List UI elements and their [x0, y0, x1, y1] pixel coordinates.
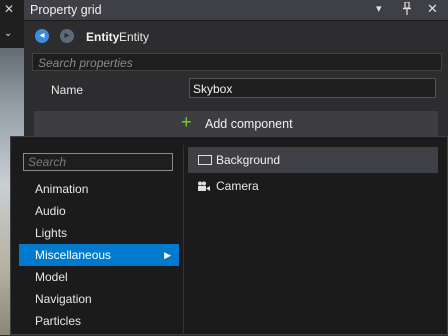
- category-column: Search Animation Audio Lights Miscellane…: [11, 137, 181, 336]
- viewport-toolbar: ✕ ⌄: [0, 0, 24, 48]
- arrow-right-icon[interactable]: ▸: [60, 29, 74, 43]
- category-label: Miscellaneous: [35, 248, 112, 262]
- category-label: Audio: [35, 204, 66, 218]
- rectangle-icon: [198, 155, 212, 165]
- component-item-camera[interactable]: Camera: [188, 173, 438, 199]
- entity-nav-row: ◂ ▸ Entity Entity: [24, 28, 448, 48]
- category-item-navigation[interactable]: Navigation: [19, 288, 179, 310]
- category-item-particles[interactable]: Particles: [19, 310, 179, 332]
- column-divider: [183, 145, 184, 335]
- category-list: Animation Audio Lights Miscellaneous ▶ Mo…: [19, 178, 179, 332]
- panel-title: Property grid: [30, 3, 102, 17]
- component-item-background[interactable]: Background: [188, 147, 438, 173]
- component-label: Background: [216, 153, 281, 167]
- panel-titlebar: Property grid ▾ ✕: [24, 0, 448, 21]
- panel-dropdown-icon[interactable]: ▾: [376, 2, 382, 15]
- add-component-label: Add component: [205, 117, 293, 131]
- component-list: Background Camera: [188, 147, 438, 199]
- category-item-lights[interactable]: Lights: [19, 222, 179, 244]
- add-component-popup: Search Animation Audio Lights Miscellane…: [10, 136, 448, 335]
- category-label: Animation: [35, 182, 89, 196]
- arrow-left-icon[interactable]: ◂: [35, 29, 49, 43]
- category-item-audio[interactable]: Audio: [19, 200, 179, 222]
- camera-icon: [197, 173, 210, 199]
- category-item-model[interactable]: Model: [19, 266, 179, 288]
- category-label: Lights: [35, 226, 68, 240]
- search-properties-input[interactable]: Search properties: [32, 53, 442, 71]
- component-label: Camera: [216, 179, 259, 193]
- viewport-close-icon[interactable]: ✕: [4, 2, 14, 16]
- viewport-chevron-icon[interactable]: ⌄: [4, 28, 12, 39]
- name-label: Name: [51, 83, 84, 97]
- component-search-input[interactable]: Search: [23, 153, 173, 171]
- chevron-right-icon: ▶: [164, 250, 171, 260]
- close-icon[interactable]: ✕: [427, 1, 438, 17]
- name-input[interactable]: Skybox: [189, 78, 436, 98]
- category-label: Navigation: [35, 292, 92, 306]
- category-item-miscellaneous[interactable]: Miscellaneous ▶: [19, 244, 179, 266]
- category-label: Particles: [35, 314, 82, 328]
- entity-kind-label: Entity: [86, 30, 120, 44]
- entity-name-label: Entity: [119, 30, 150, 44]
- add-component-button[interactable]: + Add component: [34, 111, 438, 137]
- plus-icon: +: [181, 112, 192, 132]
- pin-icon[interactable]: [402, 1, 412, 18]
- category-item-animation[interactable]: Animation: [19, 178, 179, 200]
- category-label: Model: [35, 270, 68, 284]
- name-property-row: Name Skybox: [24, 78, 448, 100]
